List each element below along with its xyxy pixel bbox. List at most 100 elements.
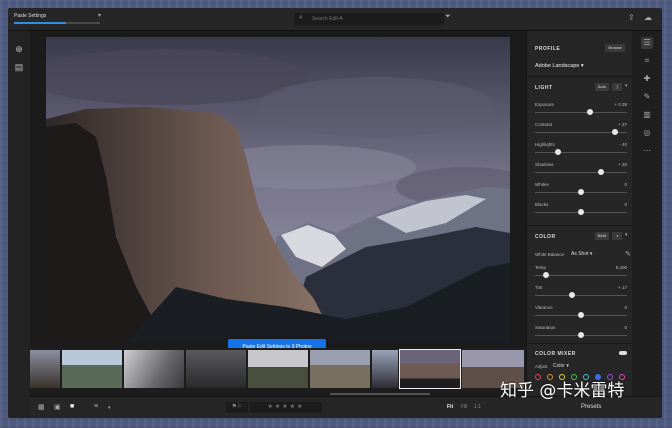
square-grid-icon[interactable]: ▣ bbox=[54, 403, 61, 411]
slider-label-shadows: Shadows bbox=[535, 162, 554, 167]
slider-label-highlights: Highlights bbox=[535, 142, 555, 147]
zoom-1to1-button[interactable]: 1:1 bbox=[474, 404, 481, 410]
scrollbar-thumb[interactable] bbox=[330, 393, 430, 395]
detail-view-icon[interactable]: ■ bbox=[70, 403, 74, 410]
adjust-value: Color bbox=[553, 363, 565, 369]
filter-icon[interactable]: ⏷ bbox=[445, 13, 451, 21]
color-title: COLOR bbox=[535, 234, 556, 240]
slider-value-vibrance[interactable]: 0 bbox=[624, 305, 627, 310]
filmstrip-thumbnail-selected[interactable] bbox=[399, 349, 461, 389]
slider-value-exposure[interactable]: + 0.38 bbox=[614, 102, 627, 107]
brush-icon[interactable]: ✎ bbox=[641, 91, 653, 103]
radial-gradient-icon[interactable]: ◎ bbox=[641, 127, 653, 139]
edit-sliders-icon[interactable]: ☰ bbox=[641, 37, 653, 49]
zoom-fill-button[interactable]: Fill bbox=[461, 404, 467, 410]
slider-value-saturation[interactable]: 0 bbox=[624, 325, 627, 330]
slider-value-contrast[interactable]: + 37 bbox=[618, 122, 627, 127]
filmstrip-thumbnail[interactable] bbox=[186, 350, 246, 388]
slider-track-shadows[interactable] bbox=[535, 169, 627, 175]
chevron-down-icon[interactable]: ▾ bbox=[98, 12, 101, 19]
linear-gradient-icon[interactable]: ▥ bbox=[641, 109, 653, 121]
right-rail: ☰ ⌗ ✚ ✎ ▥ ◎ ⋯ bbox=[632, 31, 662, 396]
slider-value-blacks[interactable]: 0 bbox=[624, 202, 627, 207]
slider-track-tint[interactable] bbox=[535, 292, 627, 298]
slider-track-whites[interactable] bbox=[535, 189, 627, 195]
more-icon[interactable]: ⋯ bbox=[641, 145, 653, 157]
filmstrip-thumbnail[interactable] bbox=[372, 350, 398, 388]
chevron-down-icon: ▾ bbox=[589, 251, 593, 257]
library-icon[interactable]: ▤ bbox=[13, 61, 25, 73]
chevron-down-icon[interactable]: ▾ bbox=[108, 405, 111, 411]
slider-track-exposure[interactable] bbox=[535, 109, 627, 115]
slider-knob[interactable] bbox=[612, 129, 619, 135]
slider-knob[interactable] bbox=[578, 209, 584, 215]
color-grading-icon[interactable]: ◑ bbox=[612, 232, 622, 240]
adjust-select[interactable]: Color ▾ bbox=[553, 363, 569, 369]
bw-button[interactable]: B&W bbox=[595, 232, 609, 240]
adjust-label: Adjust bbox=[535, 364, 548, 369]
slider-value-highlights[interactable]: - 40 bbox=[619, 142, 627, 147]
presets-button[interactable]: Presets bbox=[581, 404, 601, 410]
filmstrip-thumbnail[interactable] bbox=[310, 350, 370, 388]
slider-knob[interactable] bbox=[578, 332, 584, 338]
filmstrip-thumbnail[interactable] bbox=[62, 350, 122, 388]
filmstrip-thumbnail[interactable] bbox=[30, 350, 60, 388]
cloud-icon[interactable]: ☁ bbox=[644, 13, 652, 22]
slider-label-contrast: Contrast bbox=[535, 122, 553, 127]
healing-brush-icon[interactable]: ✚ bbox=[641, 73, 653, 85]
filmstrip-thumbnail[interactable] bbox=[124, 350, 184, 388]
slider-label-saturation: Saturation bbox=[535, 325, 556, 330]
sort-icon[interactable]: ≡ bbox=[94, 403, 98, 410]
share-icon[interactable]: ⇪ bbox=[628, 13, 635, 22]
white-balance-select[interactable]: As Shot ▾ bbox=[571, 251, 592, 257]
slider-track-vibrance[interactable] bbox=[535, 312, 627, 318]
slider-value-tint[interactable]: + 17 bbox=[618, 285, 627, 290]
landscape-photo bbox=[46, 37, 510, 343]
divider bbox=[527, 343, 633, 344]
progress-bar bbox=[14, 22, 100, 24]
slider-value-temp[interactable]: 5,200 bbox=[616, 265, 627, 270]
grid-view-icon[interactable]: ▦ bbox=[38, 403, 45, 411]
flag-buttons[interactable]: ⚑⚐ bbox=[226, 402, 248, 413]
chevron-down-icon[interactable]: ▾ bbox=[625, 83, 628, 89]
main-photo[interactable] bbox=[46, 37, 510, 343]
slider-knob[interactable] bbox=[555, 149, 561, 155]
chevron-down-icon: ▾ bbox=[580, 63, 584, 69]
profile-select[interactable]: Adobe Landscape ▾ bbox=[535, 63, 584, 69]
slider-knob[interactable] bbox=[578, 312, 584, 318]
slider-label-temp: Temp bbox=[535, 265, 547, 270]
browse-button[interactable]: Browse bbox=[605, 44, 625, 52]
slider-track-blacks[interactable] bbox=[535, 209, 627, 215]
slider-value-whites[interactable]: 0 bbox=[624, 182, 627, 187]
slider-label-vibrance: Vibrance bbox=[535, 305, 553, 310]
slider-label-whites: Whites bbox=[535, 182, 549, 187]
color-mixer-toggle[interactable] bbox=[619, 351, 627, 355]
filmstrip bbox=[30, 348, 526, 392]
crop-icon[interactable]: ⌗ bbox=[641, 55, 653, 67]
slider-knob[interactable] bbox=[598, 169, 605, 175]
progress-fill bbox=[14, 22, 66, 24]
slider-knob[interactable] bbox=[578, 189, 584, 195]
chevron-down-icon[interactable]: ▾ bbox=[625, 232, 628, 238]
slider-label-tint: Tint bbox=[535, 285, 543, 290]
slider-label-exposure: Exposure bbox=[535, 102, 555, 107]
top-bar: Paste Settings ▾ ⌕ ⏷ ⇪ ☁ bbox=[8, 8, 662, 31]
slider-knob[interactable] bbox=[543, 272, 550, 278]
star-rating[interactable]: ★★★★★ bbox=[250, 402, 322, 413]
eyedropper-icon[interactable]: ✎ bbox=[625, 250, 631, 258]
zoom-fit-button[interactable]: Fit bbox=[447, 404, 453, 410]
sync-progress[interactable]: Paste Settings ▾ bbox=[12, 12, 104, 26]
search-box[interactable]: ⌕ bbox=[294, 13, 444, 25]
add-photo-icon[interactable]: ⊕ bbox=[13, 43, 25, 55]
slider-track-highlights[interactable] bbox=[535, 149, 627, 155]
slider-knob[interactable] bbox=[587, 109, 594, 115]
slider-track-saturation[interactable] bbox=[535, 332, 627, 338]
slider-track-temp[interactable] bbox=[535, 272, 627, 278]
curve-icon[interactable]: ∫ bbox=[612, 83, 622, 91]
slider-knob[interactable] bbox=[568, 292, 575, 298]
search-input[interactable] bbox=[312, 13, 437, 25]
slider-value-shadows[interactable]: + 30 bbox=[618, 162, 627, 167]
auto-button[interactable]: Auto bbox=[595, 83, 609, 91]
slider-track-contrast[interactable] bbox=[535, 129, 627, 135]
filmstrip-thumbnail[interactable] bbox=[248, 350, 308, 388]
